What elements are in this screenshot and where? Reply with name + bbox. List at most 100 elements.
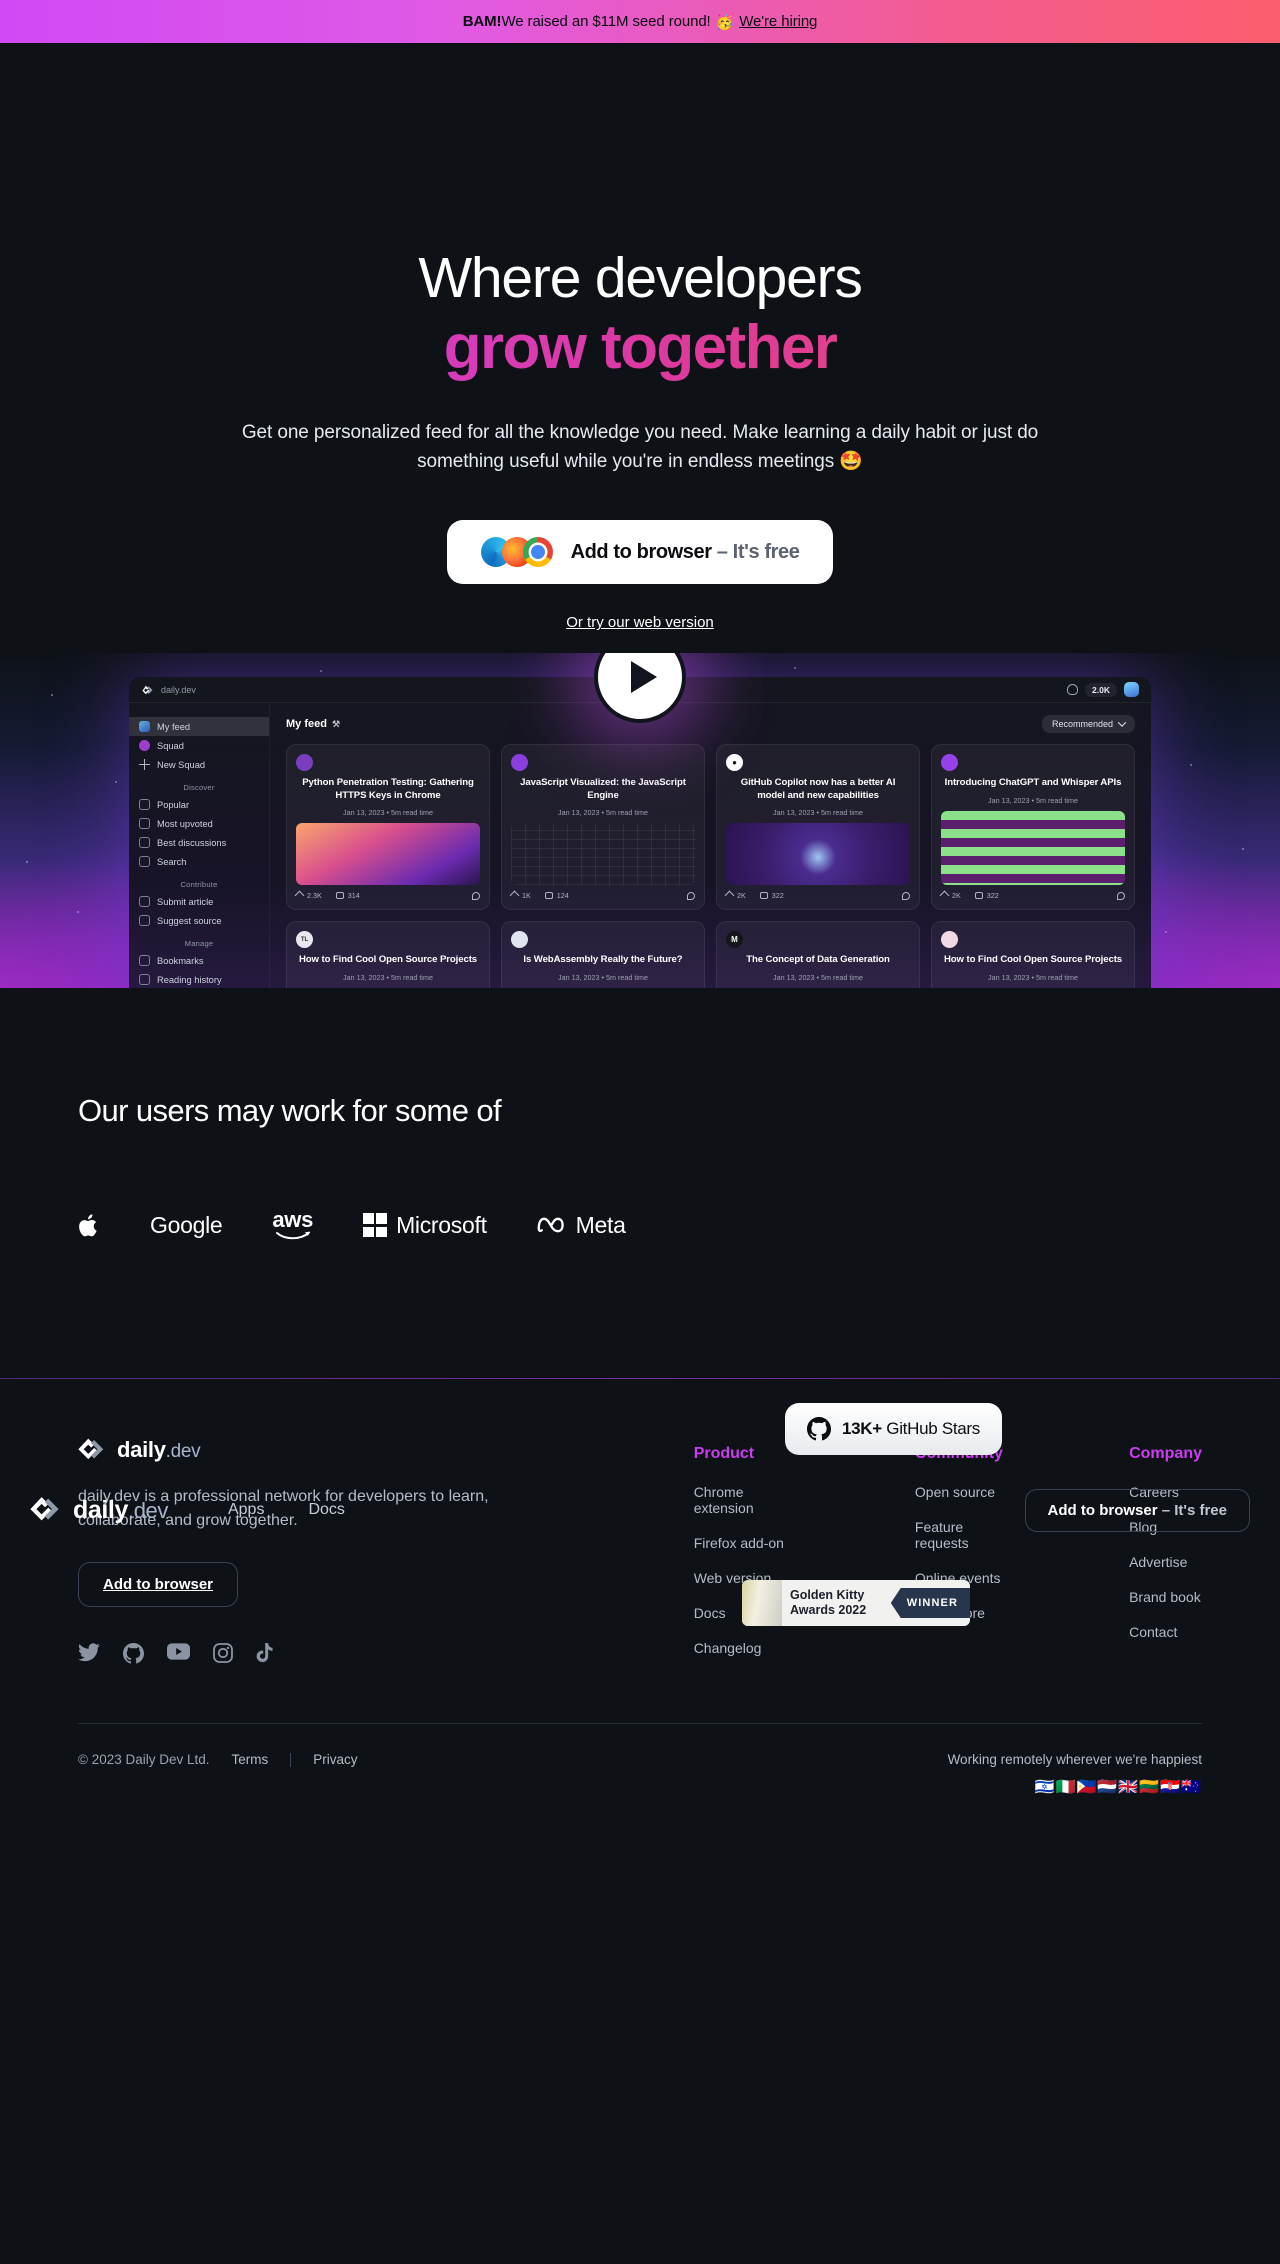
share-icon[interactable] xyxy=(1117,891,1125,900)
kitty-text: Golden Kitty Awards 2022 xyxy=(782,1588,866,1619)
bell-icon[interactable] xyxy=(1067,684,1079,696)
card-thumbnail xyxy=(726,823,910,886)
feed-card[interactable]: How to Find Cool Open Source Projects Ja… xyxy=(931,921,1135,989)
sidebar-item-new-squad[interactable]: New Squad xyxy=(129,755,269,774)
settings-icon[interactable]: ⚒ xyxy=(332,719,340,730)
footer-link-brand-book[interactable]: Brand book xyxy=(1129,1589,1202,1605)
web-version-link[interactable]: Or try our web version xyxy=(0,614,1280,631)
copyright-text: © 2023 Daily Dev Ltd. xyxy=(78,1752,210,1768)
nav-add-to-browser-button[interactable]: Add to browser – It's free xyxy=(1024,1488,1250,1532)
feed-card[interactable]: Is WebAssembly Really the Future? Jan 13… xyxy=(501,921,705,989)
sort-dropdown[interactable]: Recommended xyxy=(1041,715,1135,734)
footer-link-advertise[interactable]: Advertise xyxy=(1129,1554,1202,1570)
source-avatar xyxy=(941,754,958,772)
card-thumbnail xyxy=(511,987,695,989)
share-icon[interactable] xyxy=(472,891,480,900)
aws-logo: aws xyxy=(272,1209,313,1241)
footer-column-title: Product xyxy=(693,1445,755,1463)
meta-logo: Meta xyxy=(537,1212,626,1239)
brand-label: daily.dev xyxy=(73,1495,168,1524)
discussion-icon xyxy=(139,837,150,849)
feed-card[interactable]: Python Penetration Testing: Gathering HT… xyxy=(286,744,490,911)
feed-card[interactable]: ● GitHub Copilot now has a better AI mod… xyxy=(716,744,920,911)
app-sidebar: My feed Squad New Squad Discover Popular… xyxy=(129,703,270,989)
github-stars-badge[interactable]: 13K+ GitHub Stars xyxy=(784,1403,1002,1455)
bookmark-icon xyxy=(139,955,150,967)
comment-icon xyxy=(759,892,768,900)
brand-logo[interactable]: daily.dev xyxy=(30,1496,168,1525)
privacy-link[interactable]: Privacy xyxy=(313,1752,357,1767)
tiktok-icon[interactable] xyxy=(256,1642,274,1668)
feed-card[interactable]: TL How to Find Cool Open Source Projects… xyxy=(286,921,490,989)
upvote-icon xyxy=(509,890,520,901)
sidebar-item-popular[interactable]: Popular xyxy=(129,795,269,814)
card-meta: Jan 13, 2023 • 5m read time xyxy=(772,972,864,982)
twitter-icon[interactable] xyxy=(78,1643,100,1668)
feed-card[interactable]: M The Concept of Data Generation Jan 13,… xyxy=(716,921,920,989)
footer-link-changelog[interactable]: Changelog xyxy=(694,1640,797,1656)
aws-label: aws xyxy=(272,1207,314,1233)
nav-link-apps[interactable]: Apps xyxy=(228,1501,264,1519)
app-feed: My feed ⚒ Recommended Python Penetration xyxy=(270,703,1151,989)
search-icon xyxy=(139,856,150,868)
comment-count: 124 xyxy=(556,891,569,901)
footer-brand-label: daily.dev xyxy=(117,1437,201,1463)
apple-icon xyxy=(79,1214,97,1237)
card-thumbnail xyxy=(296,987,480,989)
sidebar-item-most-upvoted[interactable]: Most upvoted xyxy=(129,814,269,833)
terms-link[interactable]: Terms xyxy=(232,1752,269,1767)
users-companies-section: Our users may work for some of Google aw… xyxy=(0,988,1280,1379)
feed-icon xyxy=(139,721,150,733)
footer-left: daily.dev daily.dev is a professional ne… xyxy=(78,1437,694,1675)
comment-icon xyxy=(974,892,983,900)
upvote-count: 2.3K xyxy=(307,891,322,901)
history-icon xyxy=(139,974,150,986)
sidebar-item-submit-article[interactable]: Submit article xyxy=(129,892,269,911)
card-meta: Jan 13, 2023 • 5m read time xyxy=(342,972,434,982)
footer-link-contact[interactable]: Contact xyxy=(1129,1624,1202,1640)
footer-remote: Working remotely wherever we're happiest… xyxy=(948,1752,1202,1797)
footer-brand[interactable]: daily.dev xyxy=(78,1437,694,1463)
feed-card[interactable]: Introducing ChatGPT and Whisper APIs Jan… xyxy=(931,744,1135,911)
app-topbar-right: 2.0K xyxy=(1067,682,1139,698)
source-avatar: TL xyxy=(296,931,313,949)
sidebar-item-reading-history[interactable]: Reading history xyxy=(129,970,269,988)
github-icon xyxy=(806,1417,831,1441)
nav-links: Apps Docs xyxy=(228,1501,345,1519)
product-screenshot-region: daily.dev 2.0K My feed Squad New Squad D… xyxy=(0,653,1280,989)
page-title: Where developers grow together xyxy=(0,246,1280,382)
youtube-icon[interactable] xyxy=(167,1643,190,1668)
card-meta: Jan 13, 2023 • 5m read time xyxy=(987,972,1079,982)
share-icon[interactable] xyxy=(687,891,695,900)
hero-headline-line1: Where developers xyxy=(418,246,863,310)
sidebar-item-squad[interactable]: Squad xyxy=(129,736,269,755)
footer-add-to-browser-button[interactable]: Add to browser xyxy=(78,1561,239,1607)
sidebar-item-bookmarks[interactable]: Bookmarks xyxy=(129,951,269,970)
sidebar-item-suggest-source[interactable]: Suggest source xyxy=(129,911,269,930)
sidebar-item-best-discussions[interactable]: Best discussions xyxy=(129,833,269,852)
instagram-icon[interactable] xyxy=(213,1642,233,1668)
kitty-line2: Awards 2022 xyxy=(790,1603,867,1617)
comment-count: 314 xyxy=(347,891,360,901)
sidebar-item-search[interactable]: Search xyxy=(129,852,269,871)
sidebar-item-my-feed[interactable]: My feed xyxy=(129,717,269,737)
github-icon[interactable] xyxy=(123,1642,144,1668)
hero-section: Where developers grow together Get one p… xyxy=(0,43,1280,989)
nav-link-docs[interactable]: Docs xyxy=(308,1501,344,1519)
source-avatar xyxy=(296,754,313,772)
card-meta: Jan 13, 2023 • 5m read time xyxy=(557,972,649,982)
add-to-browser-button[interactable]: Add to browser – It's free xyxy=(446,520,834,585)
avatar[interactable] xyxy=(1124,682,1139,698)
share-icon[interactable] xyxy=(902,891,910,900)
kitty-statue-icon xyxy=(742,1580,782,1626)
hiring-link[interactable]: We're hiring xyxy=(739,13,817,30)
golden-kitty-badge[interactable]: Golden Kitty Awards 2022 WINNER xyxy=(742,1580,970,1626)
chrome-icon xyxy=(522,537,553,568)
feed-card[interactable]: JavaScript Visualized: the JavaScript En… xyxy=(501,744,705,911)
footer-column-title: Company xyxy=(1129,1445,1202,1463)
announcement-text: We raised an $11M seed round! xyxy=(501,13,711,30)
github-stars-label: 13K+ GitHub Stars xyxy=(841,1419,980,1438)
app-body: My feed Squad New Squad Discover Popular… xyxy=(129,703,1151,989)
card-title: How to Find Cool Open Source Projects xyxy=(298,954,478,966)
feed-cards: Python Penetration Testing: Gathering HT… xyxy=(286,744,1135,989)
